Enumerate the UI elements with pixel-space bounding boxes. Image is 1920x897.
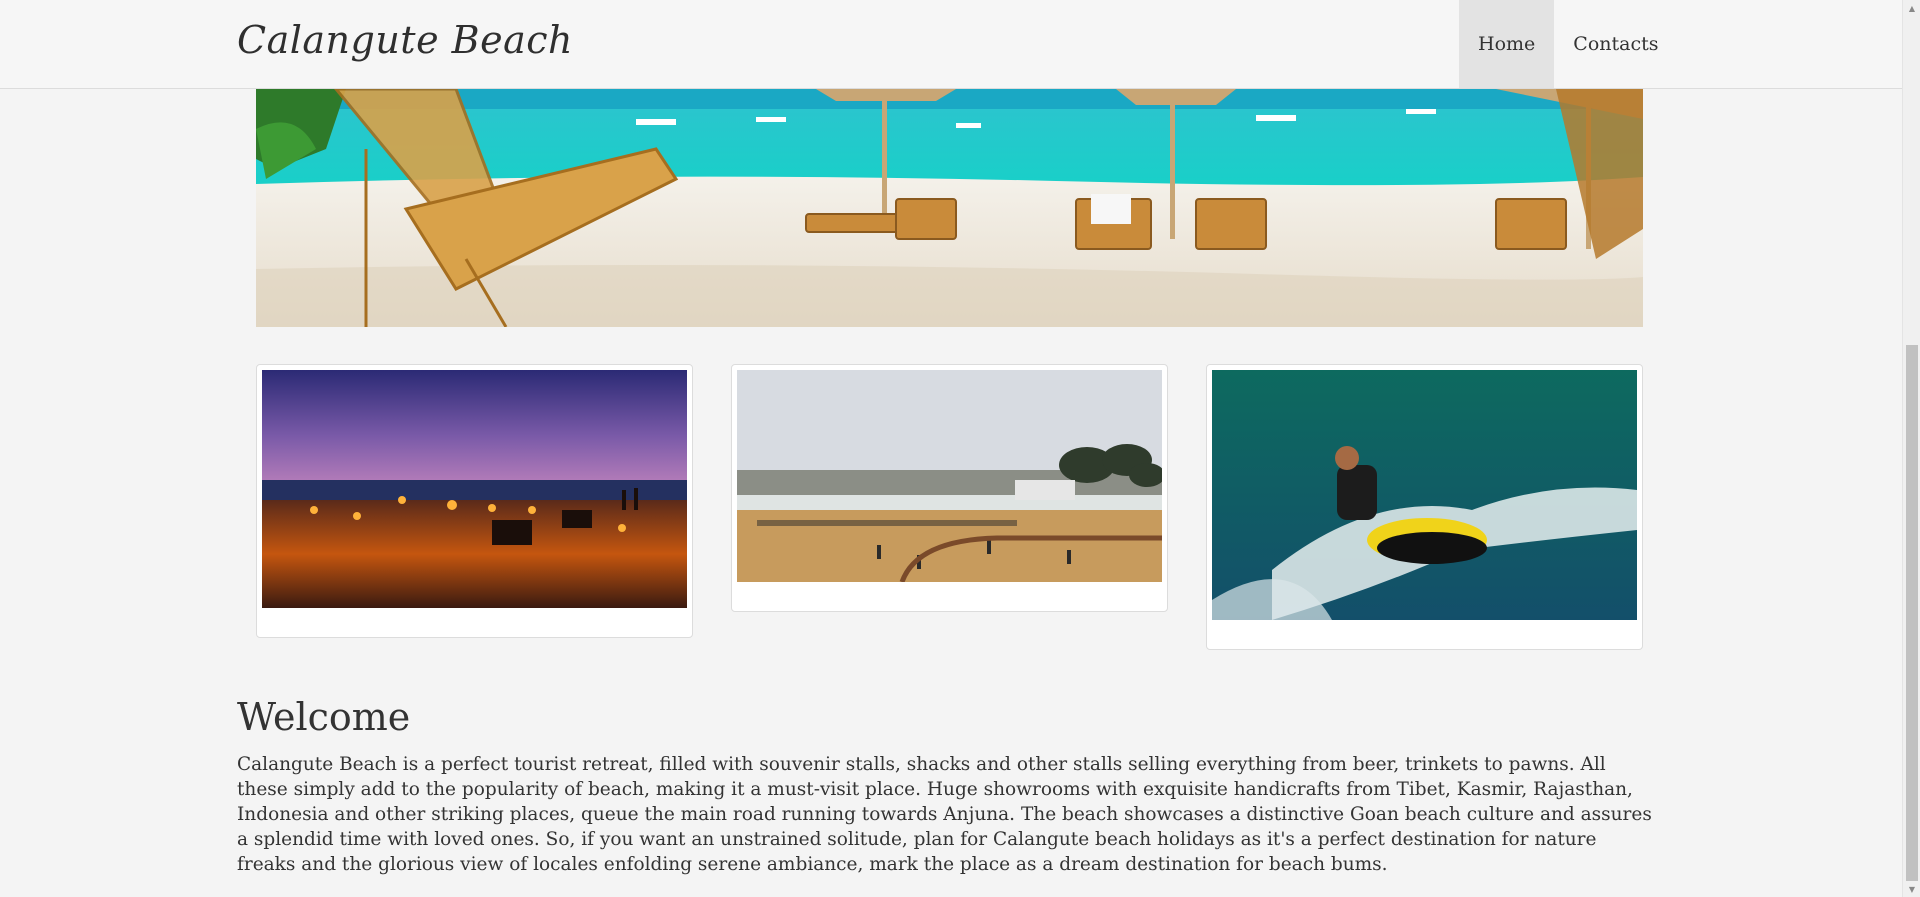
site-brand[interactable]: Calangute Beach <box>237 18 573 62</box>
welcome-heading: Welcome <box>237 695 411 739</box>
crowded-beach-image <box>737 370 1162 582</box>
scrollbar-thumb[interactable] <box>1906 345 1918 881</box>
nav-menu: Home Contacts <box>1459 0 1677 88</box>
gallery-thumbnail-jet-ski[interactable] <box>1206 364 1643 650</box>
top-navbar: Calangute Beach Home Contacts <box>0 0 1902 89</box>
welcome-paragraph: Calangute Beach is a perfect tourist ret… <box>237 754 1652 875</box>
vertical-scrollbar[interactable]: ▲ ▼ <box>1902 0 1920 897</box>
hero-image <box>256 89 1643 327</box>
scroll-down-arrow-icon[interactable]: ▼ <box>1903 881 1920 897</box>
gallery-thumbnail-crowded-beach[interactable] <box>731 364 1168 612</box>
jet-ski-image <box>1212 370 1637 620</box>
nav-item-contacts[interactable]: Contacts <box>1554 0 1677 88</box>
scroll-up-arrow-icon[interactable]: ▲ <box>1903 0 1920 16</box>
nav-item-home[interactable]: Home <box>1459 0 1555 88</box>
gallery-thumbnail-night-beach[interactable] <box>256 364 693 638</box>
night-beach-image <box>262 370 687 608</box>
